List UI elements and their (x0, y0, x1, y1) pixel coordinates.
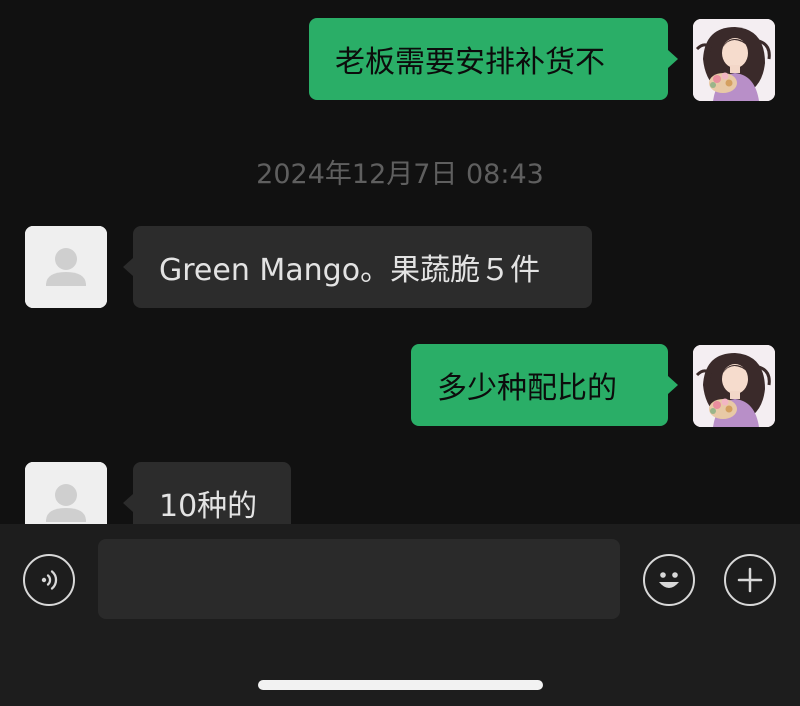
illustrated-girl-avatar-image (693, 345, 775, 427)
self-avatar[interactable] (693, 19, 775, 101)
message-input[interactable] (98, 539, 620, 619)
voice-icon (41, 570, 58, 590)
bubble-tail (668, 50, 678, 68)
self-avatar[interactable] (693, 345, 775, 427)
message-bubble-other[interactable]: 10种的 (133, 462, 291, 524)
contact-avatar[interactable] (25, 226, 107, 308)
message-timestamp: 2024年12月7日 08:43 (256, 159, 544, 190)
message-text: 老板需要安排补货不 (335, 45, 605, 80)
home-indicator[interactable] (258, 680, 543, 690)
emoji-icon (659, 572, 679, 588)
message-text: 10种的 (159, 489, 258, 524)
message-bubble-self[interactable]: 多少种配比的 (411, 344, 668, 426)
chat-area[interactable]: 老板需要安排补货不 2024年12月7日 08:43 Green Mango。果… (0, 0, 800, 524)
emoji-button[interactable] (643, 554, 695, 606)
illustrated-girl-avatar-image (693, 19, 775, 101)
plus-icon (737, 567, 763, 593)
add-button[interactable] (724, 554, 776, 606)
contact-avatar[interactable] (25, 462, 107, 524)
bubble-tail (668, 376, 678, 394)
default-person-avatar-icon (25, 226, 107, 308)
default-person-avatar-icon (25, 462, 107, 524)
message-bubble-self[interactable]: 老板需要安排补货不 (309, 18, 668, 100)
bubble-tail (123, 258, 133, 276)
voice-button[interactable] (23, 554, 75, 606)
message-bubble-other[interactable]: Green Mango。果蔬脆５件 (133, 226, 592, 308)
message-text: 多少种配比的 (437, 371, 617, 406)
bubble-tail (123, 494, 133, 512)
chat-input-toolbar (0, 524, 800, 706)
message-text: Green Mango。果蔬脆５件 (159, 253, 541, 288)
